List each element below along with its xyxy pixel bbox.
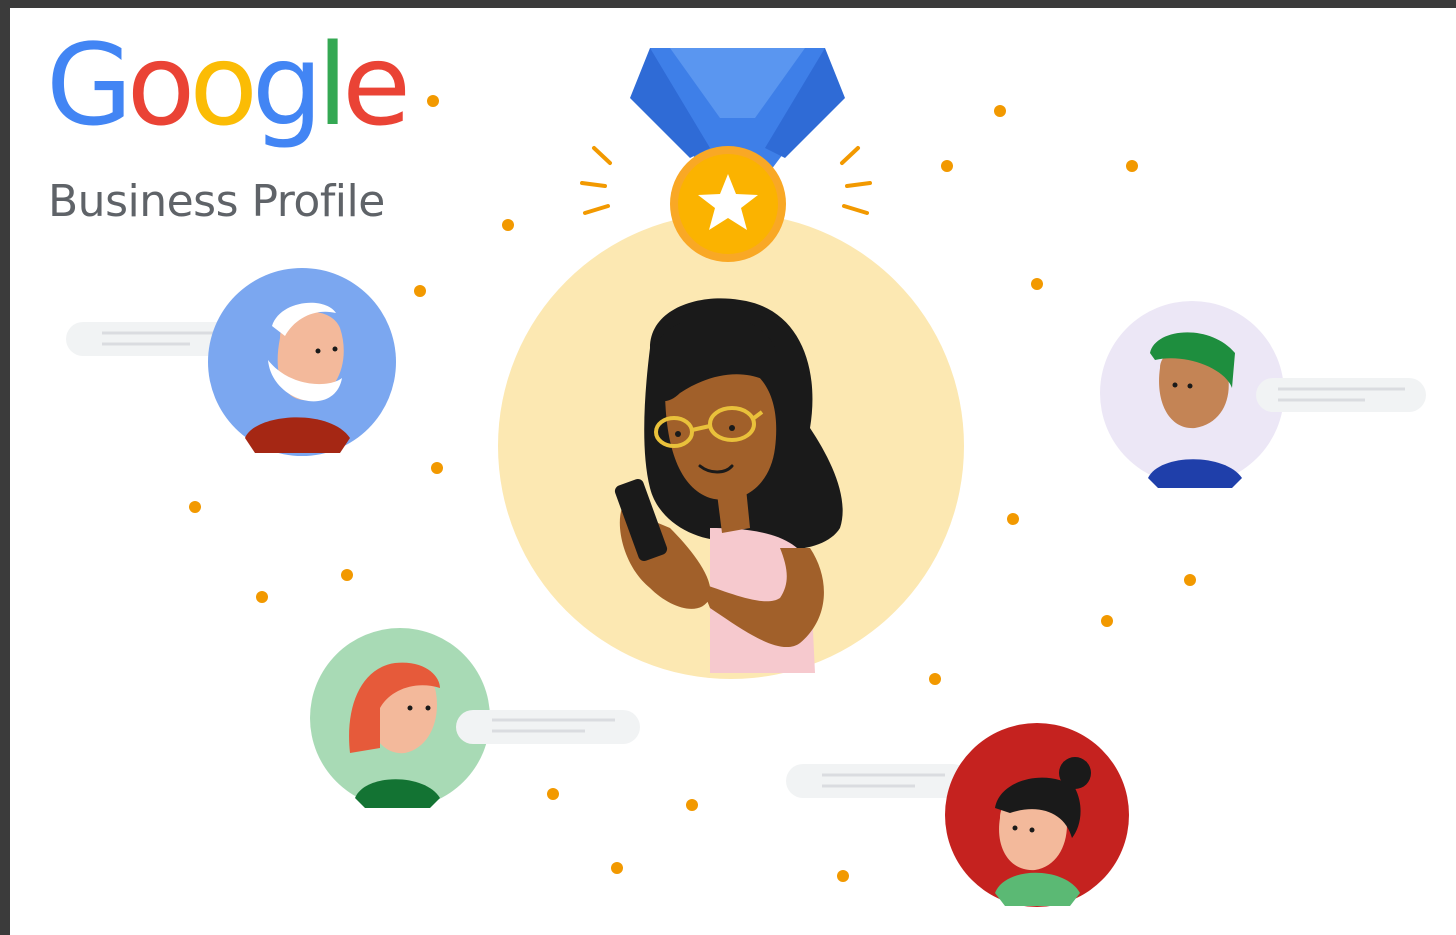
business-profile-banner: Google Business Profile [10,8,1456,935]
illustration [66,48,1426,907]
woman-red-hair-avatar [310,628,640,808]
woman-dark-bun-avatar [786,723,1129,907]
screenshot-frame: Google Business Profile [0,0,1456,935]
elderly-man-avatar [66,268,396,456]
man-green-cap-avatar [1100,301,1426,488]
star-medal-icon [580,48,872,262]
